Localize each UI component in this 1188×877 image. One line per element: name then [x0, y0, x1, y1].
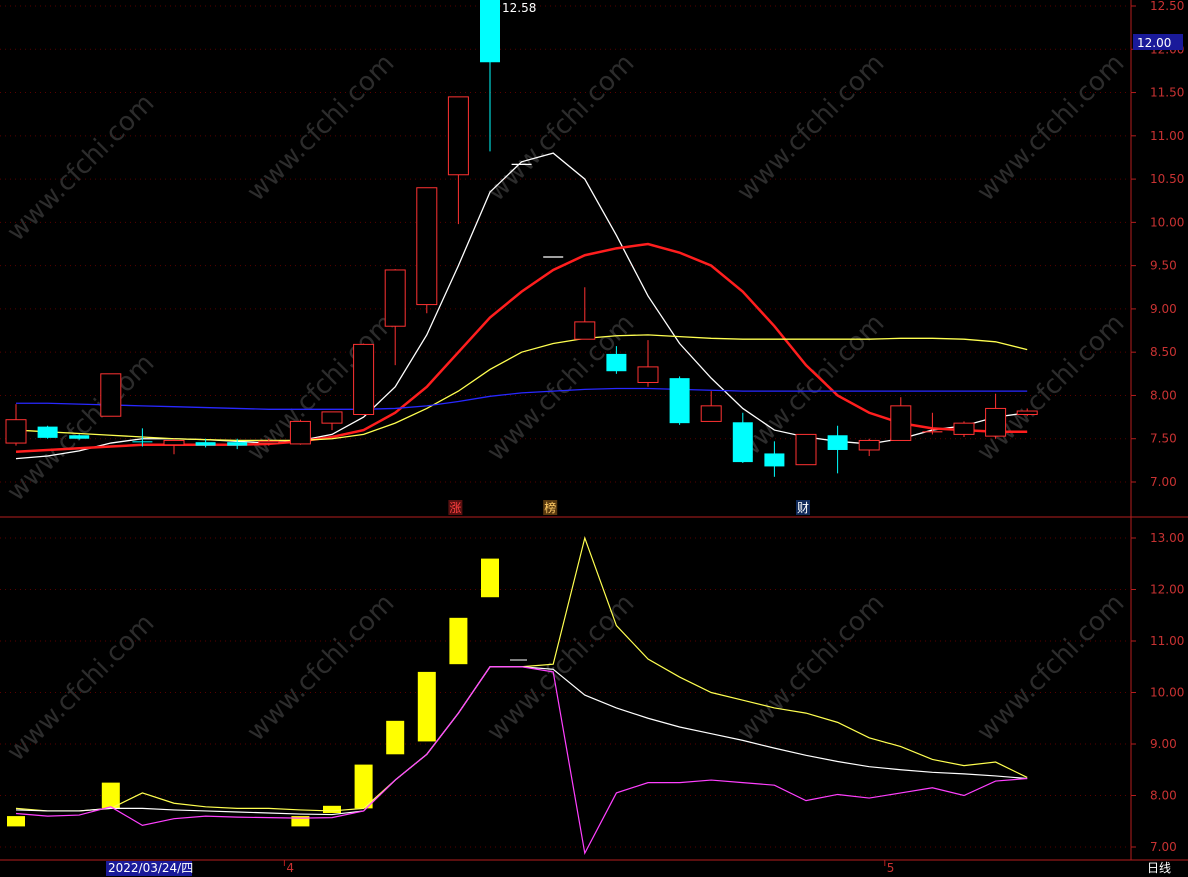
candle	[700, 391, 722, 422]
indicator-axis: 13.00 12.00 11.00 10.00 9.00 8.00 7.00	[1131, 531, 1184, 854]
indicator-bar	[101, 782, 120, 809]
svg-text:www.cfchi.com: www.cfchi.com	[731, 588, 890, 747]
indicator-tick-label: 8.00	[1150, 789, 1177, 803]
svg-text:www.cfchi.com: www.cfchi.com	[971, 588, 1130, 747]
candle	[953, 421, 975, 437]
price-tick-label: 11.50	[1150, 86, 1184, 100]
stock-chart[interactable]: www.cfchi.com www.cfchi.com www.cfchi.com w…	[0, 0, 1188, 877]
price-tick-label: 8.00	[1150, 388, 1177, 402]
indicator-bar	[323, 805, 341, 814]
indicator-bar	[354, 764, 373, 809]
svg-text:涨: 涨	[449, 500, 461, 515]
indicator-tick-label: 9.00	[1150, 737, 1177, 751]
current-price-badge: 12.00	[1133, 34, 1183, 50]
price-tick-label: 10.50	[1150, 172, 1184, 186]
event-marker[interactable]: 财	[796, 500, 810, 515]
price-tick-label: 9.00	[1150, 302, 1177, 316]
svg-text:www.cfchi.com: www.cfchi.com	[971, 48, 1130, 207]
indicator-bar	[386, 720, 405, 755]
indicator-bar	[7, 816, 25, 827]
candle	[922, 412, 943, 435]
indicator-tick-label: 7.00	[1150, 840, 1177, 854]
candle	[732, 412, 753, 463]
indicator-tick-label: 11.00	[1150, 634, 1184, 648]
indicator-tick-label: 12.00	[1150, 583, 1184, 597]
svg-text:榜: 榜	[544, 500, 556, 515]
candle	[480, 0, 500, 152]
svg-text:www.cfchi.com: www.cfchi.com	[731, 48, 890, 207]
svg-text:www.cfchi.com: www.cfchi.com	[241, 588, 400, 747]
candle	[163, 438, 185, 455]
watermark: www.cfchi.com www.cfchi.com www.cfchi.com w…	[1, 48, 1130, 767]
candle	[100, 373, 122, 417]
indicator-bar	[449, 617, 468, 665]
event-markers: 涨榜财	[448, 500, 810, 515]
candle	[574, 287, 596, 340]
month-label: 4	[286, 861, 294, 875]
candle	[795, 433, 817, 466]
svg-text:www.cfchi.com: www.cfchi.com	[481, 48, 640, 207]
price-tick-label: 7.00	[1150, 475, 1177, 489]
month-label: 5	[887, 861, 895, 875]
candle	[321, 411, 343, 431]
svg-text:www.cfchi.com: www.cfchi.com	[241, 48, 400, 207]
indicator-tick-label: 13.00	[1150, 531, 1184, 545]
candle	[985, 393, 1007, 439]
start-date-label: 2022/03/24/四	[108, 861, 193, 875]
candle	[827, 425, 848, 474]
svg-text:www.cfchi.com: www.cfchi.com	[481, 588, 640, 747]
current-price-label: 12.00	[1137, 36, 1171, 50]
price-tick-label: 8.50	[1150, 345, 1177, 359]
price-tick-label: 12.50	[1150, 0, 1184, 13]
candle	[858, 438, 880, 457]
indicator-bar	[417, 671, 436, 742]
price-tick-label: 7.50	[1150, 432, 1177, 446]
candle	[5, 404, 27, 446]
svg-text:www.cfchi.com: www.cfchi.com	[971, 308, 1130, 467]
candle	[37, 425, 58, 439]
price-tick-label: 11.00	[1150, 129, 1184, 143]
candle	[384, 269, 406, 366]
candle	[416, 187, 438, 314]
candle	[890, 397, 912, 441]
indicator-line-0	[15, 535, 1028, 812]
high-price-label: 12.58	[502, 1, 536, 15]
indicator-bar	[481, 558, 499, 598]
event-marker[interactable]: 榜	[543, 500, 558, 515]
candle	[447, 96, 469, 225]
event-marker[interactable]: 涨	[448, 500, 463, 515]
candle	[637, 340, 659, 387]
svg-text:www.cfchi.com: www.cfchi.com	[1, 88, 160, 247]
indicator-tick-label: 10.00	[1150, 686, 1184, 700]
svg-text:www.cfchi.com: www.cfchi.com	[481, 308, 640, 467]
candle	[353, 343, 375, 415]
date-axis: 2022/03/24/四 4 5 日线	[106, 860, 1171, 876]
candle	[289, 419, 311, 445]
price-tick-label: 9.50	[1150, 259, 1177, 273]
svg-text:财: 财	[797, 501, 809, 515]
price-tick-label: 10.00	[1150, 215, 1184, 229]
price-axis: 12.50 12.00 11.50 11.00 10.50 10.00 9.50 9.00 8.…	[1131, 0, 1184, 489]
period-label[interactable]: 日线	[1147, 861, 1171, 875]
candle	[669, 376, 690, 425]
